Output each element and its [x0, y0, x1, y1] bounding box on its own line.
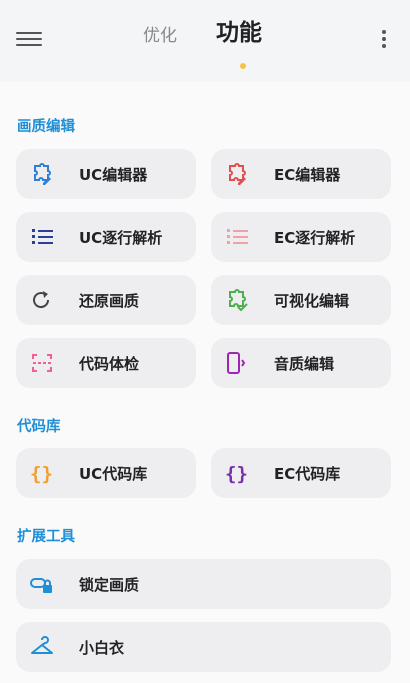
more-options-icon[interactable] [380, 30, 388, 50]
refresh-icon [29, 288, 55, 312]
ec-line-parse-button[interactable]: EC逐行解析 [211, 212, 391, 262]
tab-features[interactable]: 功能 [216, 13, 262, 47]
list-icon [224, 225, 250, 249]
list-icon [29, 225, 55, 249]
ec-code-library-label: EC代码库 [274, 465, 341, 483]
uc-line-parse-label: UC逐行解析 [79, 229, 163, 247]
lock-quality-label: 锁定画质 [79, 576, 140, 594]
audio-edit-label: 音质编辑 [274, 355, 335, 373]
features-list: 画质编辑 UC编辑器 EC编辑器 UC逐行解析 EC逐行解析 还原画质 可视化编… [0, 82, 410, 683]
xiaobaiyi-label: 小白衣 [79, 639, 125, 657]
phone-sound-icon [224, 351, 250, 375]
ec-line-parse-label: EC逐行解析 [274, 229, 356, 247]
audio-edit-button[interactable]: 音质编辑 [211, 338, 391, 388]
xiaobaiyi-button[interactable]: 小白衣 [16, 622, 391, 672]
ec-code-library-button[interactable]: {} EC代码库 [211, 448, 391, 498]
puzzle-check-icon [224, 288, 250, 312]
puzzle-edit-icon [29, 162, 55, 186]
uc-code-library-button[interactable]: {} UC代码库 [16, 448, 196, 498]
code-check-label: 代码体检 [79, 355, 140, 373]
link-lock-icon [29, 572, 55, 596]
ec-editor-label: EC编辑器 [274, 166, 341, 184]
hanger-icon [29, 635, 55, 659]
uc-editor-button[interactable]: UC编辑器 [16, 149, 196, 199]
section-title-extension-tools: 扩展工具 [17, 529, 75, 545]
visual-edit-label: 可视化编辑 [274, 292, 350, 310]
menu-icon[interactable] [16, 29, 42, 49]
section-title-image-quality: 画质编辑 [17, 119, 75, 135]
lock-quality-button[interactable]: 锁定画质 [16, 559, 391, 609]
tab-optimize[interactable]: 优化 [143, 21, 177, 46]
svg-text:{}: {} [225, 463, 248, 485]
svg-text:{}: {} [30, 463, 53, 485]
scan-icon [29, 351, 55, 375]
active-tab-indicator [240, 63, 246, 69]
section-title-code-library: 代码库 [17, 419, 61, 435]
restore-quality-button[interactable]: 还原画质 [16, 275, 196, 325]
visual-edit-button[interactable]: 可视化编辑 [211, 275, 391, 325]
code-check-button[interactable]: 代码体检 [16, 338, 196, 388]
puzzle-edit-icon [224, 162, 250, 186]
ec-editor-button[interactable]: EC编辑器 [211, 149, 391, 199]
uc-editor-label: UC编辑器 [79, 166, 148, 184]
top-app-bar: 优化 功能 [0, 0, 410, 80]
uc-code-library-label: UC代码库 [79, 465, 148, 483]
braces-icon: {} [224, 461, 250, 485]
uc-line-parse-button[interactable]: UC逐行解析 [16, 212, 196, 262]
restore-quality-label: 还原画质 [79, 292, 140, 310]
braces-icon: {} [29, 461, 55, 485]
